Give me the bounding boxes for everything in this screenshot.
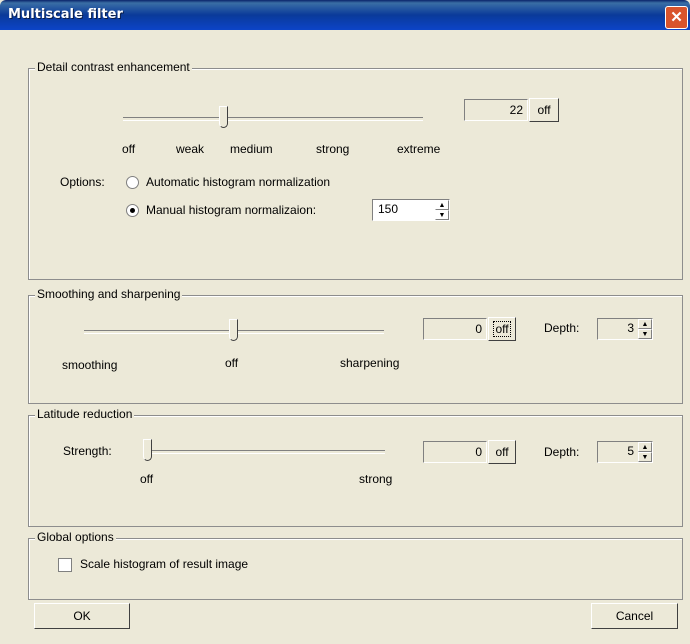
strength-label: Strength: bbox=[63, 444, 112, 458]
detail-label-extreme: extreme bbox=[397, 142, 441, 156]
scale-histogram-checkbox[interactable] bbox=[58, 558, 72, 572]
latitude-slider-thumb[interactable] bbox=[143, 439, 152, 461]
smoothing-depth-value[interactable]: 3 bbox=[627, 321, 634, 335]
spin-down-icon[interactable]: ▼ bbox=[435, 210, 449, 220]
smoothing-value-field[interactable]: 0 bbox=[423, 318, 487, 340]
radio-selected-dot bbox=[130, 208, 135, 213]
detail-slider-thumb[interactable] bbox=[219, 106, 228, 128]
spin-up-icon[interactable]: ▲ bbox=[435, 200, 449, 210]
manual-normalization-label[interactable]: Manual histogram normalizaion: bbox=[146, 203, 316, 217]
global-options-group: Global options Scale histogram of result… bbox=[28, 530, 683, 600]
smoothing-label-right: sharpening bbox=[340, 356, 400, 370]
smoothing-group-title: Smoothing and sharpening bbox=[35, 287, 183, 301]
spin-down-icon[interactable]: ▼ bbox=[638, 329, 652, 339]
smoothing-label-left: smoothing bbox=[62, 358, 118, 372]
latitude-depth-stepper[interactable]: 5 ▲ ▼ bbox=[597, 441, 653, 463]
latitude-depth-label: Depth: bbox=[544, 445, 580, 459]
latitude-depth-spinner[interactable]: ▲ ▼ bbox=[638, 442, 652, 462]
latitude-depth-value[interactable]: 5 bbox=[627, 444, 634, 458]
spin-up-icon[interactable]: ▲ bbox=[638, 319, 652, 329]
smoothing-depth-label: Depth: bbox=[544, 321, 580, 335]
smoothing-label-mid: off bbox=[225, 356, 239, 370]
detail-value-field[interactable]: 22 bbox=[464, 99, 528, 121]
auto-normalization-label[interactable]: Automatic histogram normalization bbox=[146, 175, 330, 189]
latitude-off-button[interactable]: off bbox=[488, 440, 516, 464]
latitude-group-title: Latitude reduction bbox=[35, 407, 135, 421]
scale-histogram-label[interactable]: Scale histogram of result image bbox=[80, 557, 248, 571]
close-icon: ✕ bbox=[670, 9, 683, 26]
detail-slider-track[interactable] bbox=[123, 117, 423, 121]
smoothing-off-button[interactable]: off bbox=[488, 317, 516, 341]
latitude-value-field[interactable]: 0 bbox=[423, 441, 487, 463]
detail-group-title: Detail contrast enhancement bbox=[35, 60, 192, 74]
options-label: Options: bbox=[60, 175, 105, 189]
detail-label-medium: medium bbox=[230, 142, 273, 156]
latitude-group: Latitude reduction Strength: off strong … bbox=[28, 407, 683, 527]
detail-label-weak: weak bbox=[176, 142, 205, 156]
ok-button[interactable]: OK bbox=[34, 603, 130, 629]
detail-off-button[interactable]: off bbox=[529, 98, 559, 122]
smoothing-depth-spinner[interactable]: ▲ ▼ bbox=[638, 319, 652, 339]
detail-group: Detail contrast enhancement 22 off off w… bbox=[28, 60, 683, 280]
detail-label-off: off bbox=[122, 142, 136, 156]
manual-value[interactable]: 150 bbox=[378, 202, 398, 216]
smoothing-off-label: off bbox=[493, 321, 511, 337]
dialog-body: Detail contrast enhancement 22 off off w… bbox=[4, 30, 686, 640]
smoothing-group: Smoothing and sharpening smoothing off s… bbox=[28, 287, 683, 404]
window-title: Multiscale filter bbox=[8, 7, 123, 22]
cancel-button[interactable]: Cancel bbox=[591, 603, 678, 629]
latitude-label-strong: strong bbox=[359, 472, 393, 486]
latitude-label-off: off bbox=[140, 472, 154, 486]
manual-value-stepper[interactable]: 150 ▲ ▼ bbox=[372, 199, 450, 221]
close-button[interactable]: ✕ bbox=[665, 6, 688, 29]
latitude-slider-track[interactable] bbox=[145, 450, 385, 454]
smoothing-slider-thumb[interactable] bbox=[229, 319, 238, 341]
spin-up-icon[interactable]: ▲ bbox=[638, 442, 652, 452]
title-bar: Multiscale filter ✕ bbox=[0, 0, 690, 30]
global-options-title: Global options bbox=[35, 530, 116, 544]
manual-spinner[interactable]: ▲ ▼ bbox=[435, 200, 449, 220]
auto-normalization-radio[interactable] bbox=[126, 176, 139, 189]
smoothing-depth-stepper[interactable]: 3 ▲ ▼ bbox=[597, 318, 653, 340]
manual-normalization-radio[interactable] bbox=[126, 204, 139, 217]
detail-label-strong: strong bbox=[316, 142, 350, 156]
spin-down-icon[interactable]: ▼ bbox=[638, 452, 652, 462]
